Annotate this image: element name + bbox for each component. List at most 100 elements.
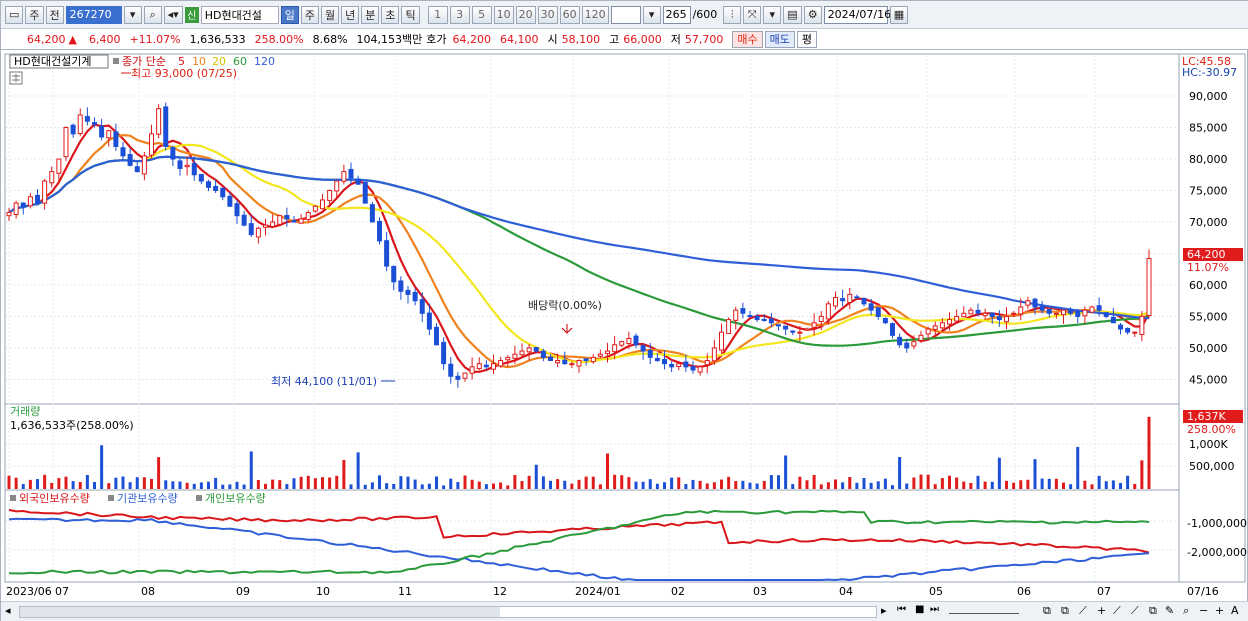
- speaker-icon[interactable]: ◂▾: [163, 5, 183, 24]
- search-icon[interactable]: ⌕: [143, 5, 162, 24]
- x-axis-label: 07: [55, 585, 69, 598]
- candle-body: [113, 131, 119, 147]
- price-tick-label: 45,000: [1189, 373, 1228, 386]
- candle-body: [825, 303, 831, 320]
- stock-chart[interactable]: HD현대건설기계 종가 단순 5 10 20 60 120 최고 93,000 …: [1, 52, 1248, 601]
- period-type-select[interactable]: 주: [25, 5, 44, 24]
- candle-body: [377, 220, 382, 242]
- volume-bar: [834, 479, 837, 489]
- candle-body: [1053, 312, 1059, 315]
- interval-1[interactable]: 1: [427, 5, 448, 24]
- volume-bar: [527, 475, 531, 489]
- candle-body: [505, 356, 511, 361]
- date-input[interactable]: 2024/07/16: [823, 5, 891, 24]
- candle-body: [469, 366, 475, 374]
- quote-bar: 64,200 ▲ 6,400 +11.07% 1,636,533 258.00%…: [1, 29, 1248, 50]
- volume-bar: [741, 480, 745, 489]
- save-icon[interactable]: ▤: [783, 5, 802, 24]
- volume-bar: [370, 482, 374, 489]
- volume-bar: [1012, 482, 1016, 489]
- interval-dropdown-icon[interactable]: ▾: [642, 5, 661, 24]
- tab-tick[interactable]: 틱: [401, 5, 420, 24]
- stop-icon[interactable]: ■: [915, 604, 924, 615]
- first-icon[interactable]: ⏮: [897, 604, 906, 615]
- tool-icon[interactable]: ⧉: [1061, 604, 1069, 618]
- axis-volume-pct: 258.00%: [1187, 423, 1236, 436]
- candle-body: [1039, 306, 1045, 311]
- candle-body: [676, 363, 682, 367]
- candle-body: [255, 227, 261, 238]
- crosshair-icon[interactable]: ⤧: [743, 5, 762, 24]
- zoom-in-icon[interactable]: +: [1215, 604, 1224, 617]
- price-tick-label: 75,000: [1189, 184, 1228, 197]
- volume-bar: [1133, 483, 1137, 489]
- candle-icon[interactable]: ⫶: [723, 5, 742, 24]
- buy-button[interactable]: 매수: [732, 30, 763, 48]
- candle-body: [384, 240, 390, 267]
- eval-button[interactable]: 평: [796, 30, 818, 48]
- max-price-annotation: 최고 93,000 (07/25): [131, 67, 237, 80]
- volume-bar: [727, 476, 731, 489]
- zoom-out-icon[interactable]: −: [1199, 604, 1208, 617]
- text-icon[interactable]: A: [1231, 604, 1239, 617]
- candle-body: [99, 125, 105, 138]
- scroll-right-icon[interactable]: ▸: [881, 604, 887, 617]
- interval-5[interactable]: 5: [471, 5, 492, 24]
- candle-body: [1046, 308, 1052, 314]
- plus-icon[interactable]: +: [1097, 604, 1106, 617]
- candle-body: [540, 350, 546, 358]
- copy-icon[interactable]: ⧉: [1149, 604, 1157, 618]
- candle-body: [63, 127, 69, 158]
- interval-3[interactable]: 3: [449, 5, 470, 24]
- candle-body: [911, 341, 917, 347]
- scroll-left-icon[interactable]: ◂: [5, 604, 11, 617]
- line-icon[interactable]: ⟋: [1113, 604, 1121, 618]
- sell-button[interactable]: 매도: [764, 30, 795, 48]
- candle-body: [476, 363, 482, 370]
- candle-body: [868, 303, 874, 311]
- volume-bar: [135, 477, 139, 489]
- interval-20[interactable]: 20: [515, 5, 536, 24]
- last-icon[interactable]: ⏭: [930, 604, 939, 615]
- line-icon[interactable]: ⟋: [1131, 604, 1139, 618]
- volume-bar: [997, 457, 1001, 489]
- horizontal-scrollbar[interactable]: [19, 606, 877, 618]
- code-dropdown-icon[interactable]: ▾: [123, 5, 142, 24]
- volume-bar: [36, 479, 39, 489]
- zoom-slider[interactable]: [949, 608, 1019, 614]
- line-icon[interactable]: ⟋: [1079, 604, 1087, 618]
- interval-10[interactable]: 10: [493, 5, 514, 24]
- tab-second[interactable]: 초: [381, 5, 400, 24]
- tab-month[interactable]: 월: [320, 5, 340, 24]
- candle-body: [498, 360, 504, 367]
- calendar-icon[interactable]: ▦: [889, 5, 909, 24]
- gear-icon[interactable]: ⚙: [803, 5, 822, 24]
- candle-body: [177, 160, 183, 169]
- candle-body: [961, 312, 967, 318]
- interval-120[interactable]: 120: [581, 5, 609, 24]
- axis-current-pct: 11.07%: [1187, 261, 1229, 274]
- volume-bar: [335, 475, 339, 489]
- tool-icon[interactable]: ⧉: [1043, 604, 1051, 618]
- volume-bar: [463, 475, 467, 489]
- volume-bar: [641, 481, 645, 489]
- compare-select[interactable]: 전: [45, 5, 64, 24]
- candle-body: [1110, 316, 1116, 324]
- pen-icon[interactable]: ✎: [1165, 604, 1174, 617]
- stock-code-input[interactable]: 267270: [65, 5, 122, 24]
- custom-interval-input[interactable]: [610, 5, 641, 24]
- interval-30[interactable]: 30: [537, 5, 558, 24]
- tab-year[interactable]: 년: [341, 5, 360, 24]
- window-icon[interactable]: ▭: [5, 5, 24, 24]
- up-triangle-icon: ▲: [68, 32, 77, 46]
- current-price: 64,200: [27, 32, 66, 46]
- x-axis-label: 11: [398, 585, 412, 598]
- count-input[interactable]: 265: [662, 5, 691, 24]
- expand-icon[interactable]: ▾: [763, 5, 782, 24]
- interval-60[interactable]: 60: [559, 5, 580, 24]
- tab-minute[interactable]: 분: [361, 5, 380, 24]
- tab-week[interactable]: 주: [300, 5, 319, 24]
- volume-bar: [221, 484, 225, 489]
- zoom-icon[interactable]: ⌕: [1183, 604, 1189, 618]
- tab-day[interactable]: 일: [280, 5, 299, 24]
